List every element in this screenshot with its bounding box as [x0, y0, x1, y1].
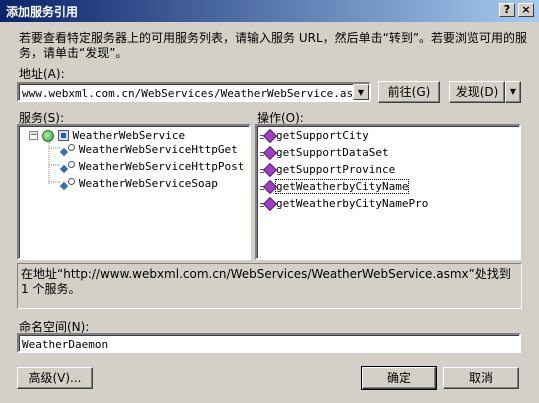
binding-icon: [61, 143, 75, 156]
instructions-text: 若要查看特定服务器上的可用服务列表，请输入服务 URL，然后单击“转到”。若要浏…: [19, 31, 528, 60]
tree-item-soap[interactable]: WeatherWebServiceSoap: [61, 175, 218, 191]
close-button[interactable]: ×: [518, 3, 534, 17]
tree-item-httpget[interactable]: WeatherWebServiceHttpGet: [61, 141, 238, 157]
list-item[interactable]: getWeatherbyCityName: [260, 178, 410, 194]
globe-icon: [41, 129, 54, 142]
method-icon: [260, 181, 276, 193]
discover-button[interactable]: 发现(D): [449, 81, 505, 103]
list-item-label: getSupportCity: [276, 129, 369, 142]
status-panel: 在地址“http://www.webxml.com.cn/WebServices…: [17, 263, 522, 309]
help-button[interactable]: ?: [499, 3, 515, 17]
list-item-label: getSupportProvince: [276, 163, 396, 176]
tree-item-label: WeatherWebServiceSoap: [78, 177, 218, 190]
list-item[interactable]: getSupportDataSet: [260, 144, 389, 160]
ok-button[interactable]: 确定: [361, 366, 437, 390]
tree-item-httppost[interactable]: WeatherWebServiceHttpPost: [61, 158, 244, 174]
address-input[interactable]: www.webxml.com.cn/WebServices/WeatherWeb…: [22, 87, 366, 100]
window-title: 添加服务引用: [6, 5, 79, 19]
chevron-down-icon[interactable]: ▼: [353, 84, 369, 100]
collapse-icon[interactable]: −: [29, 131, 38, 140]
list-item[interactable]: getSupportCity: [260, 127, 369, 143]
operations-list[interactable]: getSupportCity getSupportDataSet getSupp…: [255, 124, 521, 260]
namespace-field[interactable]: WeatherDaemon: [17, 333, 521, 353]
list-item[interactable]: getSupportProvince: [260, 161, 395, 177]
services-tree[interactable]: − WeatherWebService WeatherWebServiceHtt…: [17, 124, 251, 260]
list-item-label: getWeatherbyCityName: [274, 179, 410, 194]
service-icon: [57, 130, 69, 141]
method-icon: [260, 164, 276, 176]
binding-icon: [61, 177, 75, 190]
status-text: 在地址“http://www.webxml.com.cn/WebServices…: [21, 267, 511, 296]
address-combobox[interactable]: www.webxml.com.cn/WebServices/WeatherWeb…: [17, 82, 371, 102]
advanced-button[interactable]: 高级(V)...: [17, 367, 93, 389]
method-icon: [260, 147, 276, 159]
list-item-label: getSupportDataSet: [276, 146, 389, 159]
tree-item-label: WeatherWebServiceHttpGet: [78, 143, 238, 156]
method-icon: [260, 198, 276, 210]
cancel-button[interactable]: 取消: [443, 367, 519, 389]
address-label: 地址(A):: [19, 67, 65, 81]
discover-dropdown-icon[interactable]: ▼: [505, 81, 521, 103]
title-bar[interactable]: 添加服务引用 ? ×: [0, 0, 539, 22]
namespace-input[interactable]: WeatherDaemon: [22, 338, 108, 351]
tree-item-label: WeatherWebServiceHttpPost: [78, 160, 245, 173]
list-item[interactable]: getWeatherbyCityNamePro: [260, 195, 428, 211]
method-icon: [260, 130, 276, 142]
binding-icon: [61, 160, 75, 173]
list-item-label: getWeatherbyCityNamePro: [276, 197, 429, 210]
go-button[interactable]: 前往(G): [378, 81, 440, 103]
